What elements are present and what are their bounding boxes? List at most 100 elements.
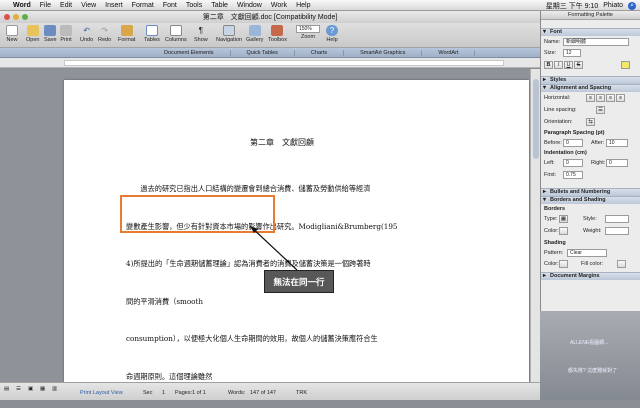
outline-view-icon[interactable]: ☰: [16, 386, 21, 392]
menu-help[interactable]: Help: [296, 2, 310, 9]
italic-button[interactable]: I: [554, 61, 563, 69]
indent-right-field[interactable]: 0: [606, 159, 628, 167]
indent-left-field[interactable]: 0: [563, 159, 583, 167]
font-size-field[interactable]: 12: [563, 49, 581, 57]
print-layout-view-icon[interactable]: ▦: [40, 386, 45, 392]
border-style-field[interactable]: [605, 215, 629, 223]
menu-font[interactable]: Font: [163, 2, 177, 9]
save-icon: [44, 25, 57, 36]
font-name-field[interactable]: 新細明體: [563, 38, 629, 46]
border-weight-field[interactable]: [605, 227, 629, 235]
strikethrough-button[interactable]: S: [574, 61, 583, 69]
borders-panel: Borders Type: ▦ Style: Color: Weight: Sh…: [541, 204, 640, 272]
bold-button[interactable]: B: [544, 61, 553, 69]
tab-smartart[interactable]: SmartArt Graphics: [344, 49, 423, 56]
section-font[interactable]: Font: [541, 28, 640, 36]
pattern-color-icon[interactable]: [559, 260, 568, 268]
columns-button[interactable]: Columns: [165, 25, 187, 43]
section-borders[interactable]: Borders and Shading: [541, 196, 640, 204]
desktop-text: 都失敗? 這麼難就對了: [568, 368, 618, 374]
menu-edit[interactable]: Edit: [60, 2, 72, 9]
clock[interactable]: 星期三 下午 9:10: [546, 1, 599, 11]
menu-file[interactable]: File: [40, 2, 51, 9]
zoom-window-icon[interactable]: [22, 14, 28, 20]
redo-icon: ↷: [101, 26, 108, 35]
user-name[interactable]: Phiato: [603, 2, 623, 9]
ruler-text-area: [64, 60, 504, 66]
toolbox-button[interactable]: Toolbox: [268, 25, 287, 43]
indent-first-field[interactable]: 0.75: [563, 171, 583, 179]
palette-toolbar: [541, 20, 640, 28]
spacing-after-field[interactable]: 10: [606, 139, 628, 147]
pattern-field[interactable]: Clear: [567, 249, 607, 257]
border-type-icon[interactable]: ▦: [559, 215, 568, 223]
section-bullets[interactable]: Bullets and Numbering: [541, 188, 640, 196]
app-menu[interactable]: Word: [13, 2, 31, 9]
menu-insert[interactable]: Insert: [105, 2, 123, 9]
underline-button[interactable]: U: [564, 61, 573, 69]
menu-extras: 星期三 下午 9:10 Phiato ⌕: [546, 0, 636, 11]
document-page[interactable]: 第二章 文獻回顧 過去的研究已指出人口結構的變遷會到總合消費、儲蓄及勞動供給等經…: [64, 80, 529, 382]
border-color-icon[interactable]: [559, 227, 568, 235]
scroll-thumb[interactable]: [533, 79, 539, 159]
save-button[interactable]: Save: [44, 25, 57, 43]
draft-view-icon[interactable]: ▤: [4, 386, 9, 392]
standard-toolbar: New Open Save Print ↶ Undo ↷ Redo Format T…: [0, 23, 540, 48]
redo-button[interactable]: ↷ Redo: [98, 25, 111, 43]
track-changes-label[interactable]: TRK: [296, 390, 307, 396]
menu-tools[interactable]: Tools: [186, 2, 202, 9]
callout-arrow-icon: [249, 225, 298, 271]
status-bar: ▤ ☰ ▣ ▦ ▥ Print Layout View Sec 1 Pages:…: [0, 382, 540, 400]
navigation-button[interactable]: Navigation: [216, 25, 242, 43]
open-button[interactable]: Open: [26, 25, 39, 43]
tables-button[interactable]: Tables: [144, 25, 160, 43]
close-window-icon[interactable]: [4, 14, 10, 20]
section-styles[interactable]: Styles: [541, 76, 640, 84]
vertical-scrollbar[interactable]: [530, 69, 540, 382]
show-button[interactable]: ¶ Show: [194, 25, 208, 43]
help-button[interactable]: ? Help: [326, 25, 338, 43]
callout-label: 無法在同一行: [264, 270, 334, 293]
zoom-control[interactable]: 150% Zoom: [296, 25, 320, 40]
publishing-view-icon[interactable]: ▣: [28, 386, 33, 392]
print-button[interactable]: Print: [60, 25, 72, 43]
tab-quick-tables[interactable]: Quick Tables: [231, 49, 295, 56]
menu-table[interactable]: Table: [211, 2, 228, 9]
pages-label: Pages:: [175, 390, 193, 396]
spacing-before-field[interactable]: 0: [563, 139, 583, 147]
palette-title: Formatting Palette: [541, 11, 640, 20]
tab-document-elements[interactable]: Document Elements: [148, 49, 231, 56]
justify-icon[interactable]: ≡: [616, 94, 625, 102]
fill-color-icon[interactable]: [617, 260, 626, 268]
minimize-window-icon[interactable]: [13, 14, 19, 20]
undo-button[interactable]: ↶ Undo: [80, 25, 93, 43]
menu-window[interactable]: Window: [237, 2, 262, 9]
pages-value: 1 of 1: [192, 390, 206, 396]
highlight-color-icon[interactable]: [621, 61, 630, 69]
tab-wordart[interactable]: WordArt: [422, 49, 476, 56]
section-alignment[interactable]: Alignment and Spacing: [541, 84, 640, 92]
desktop-background: ALLENE看圖網... 都失敗? 這麼難就對了: [540, 311, 640, 400]
horizontal-ruler[interactable]: [0, 58, 540, 68]
spotlight-icon[interactable]: ⌕: [628, 1, 636, 10]
orientation-icon[interactable]: ⇆: [586, 118, 595, 126]
desktop-text: ALLENE看圖網...: [570, 340, 609, 346]
pilcrow-icon: ¶: [198, 26, 204, 35]
menu-format[interactable]: Format: [132, 2, 154, 9]
menu-work[interactable]: Work: [271, 2, 287, 9]
tab-charts[interactable]: Charts: [295, 49, 345, 56]
new-button[interactable]: New: [6, 25, 18, 43]
menu-view[interactable]: View: [81, 2, 96, 9]
format-button[interactable]: Format: [118, 25, 135, 43]
folder-icon: [26, 25, 39, 36]
align-left-icon[interactable]: ≡: [586, 94, 595, 102]
align-center-icon[interactable]: ≡: [596, 94, 605, 102]
gallery-button[interactable]: Gallery: [246, 25, 263, 43]
notebook-view-icon[interactable]: ▥: [52, 386, 57, 392]
align-right-icon[interactable]: ≡: [606, 94, 615, 102]
section-margins[interactable]: Document Margins: [541, 272, 640, 280]
zoom-field[interactable]: 150%: [296, 25, 320, 33]
words-value: 147 of 147: [250, 390, 276, 396]
single-spacing-icon[interactable]: ☰: [596, 106, 605, 114]
format-painter-icon: [120, 25, 133, 36]
